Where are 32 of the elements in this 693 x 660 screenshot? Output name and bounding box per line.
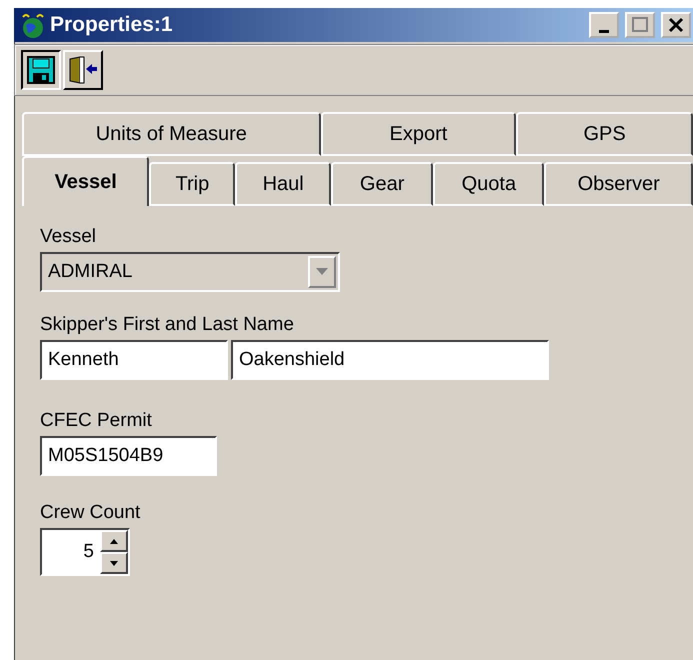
field-label: Skipper's First and Last Name — [40, 314, 295, 336]
permit-field[interactable]: M05S1504B9 — [40, 436, 217, 476]
field-label: CFEC Permit — [40, 410, 153, 432]
tab[interactable]: Trip — [149, 162, 236, 206]
spin-down-button[interactable] — [100, 552, 128, 574]
up-arrow-icon — [110, 538, 118, 544]
tab[interactable]: Export — [320, 112, 516, 156]
crew-count-spinner[interactable]: 5 — [40, 528, 130, 576]
tab[interactable]: GPS — [516, 112, 693, 156]
tab[interactable]: Observer — [544, 162, 693, 206]
first-name-field[interactable]: Kenneth — [40, 340, 228, 380]
spin-up-button[interactable] — [100, 530, 128, 552]
save-button[interactable] — [21, 50, 61, 90]
maximize-button[interactable] — [625, 12, 655, 38]
close-icon — [668, 17, 684, 33]
field-label: Crew Count — [40, 502, 142, 524]
close-button[interactable] — [661, 12, 691, 38]
tab[interactable]: Vessel — [22, 156, 150, 206]
down-arrow-icon — [110, 560, 118, 566]
tab[interactable]: Units of Measure — [22, 112, 321, 156]
globe-icon — [20, 11, 46, 39]
tab[interactable]: Gear — [330, 162, 434, 206]
tab[interactable]: Quota — [433, 162, 544, 206]
minimize-button[interactable] — [589, 12, 619, 38]
maximize-icon — [632, 17, 648, 33]
minimize-icon — [599, 30, 609, 32]
exit-button[interactable] — [63, 50, 103, 90]
window-title: Properties:1 — [50, 13, 174, 37]
last-name-field[interactable]: Oakenshield — [231, 340, 549, 380]
door-arrow-icon — [68, 55, 98, 85]
field-label: Vessel — [40, 226, 97, 248]
tab[interactable]: Haul — [235, 162, 331, 206]
